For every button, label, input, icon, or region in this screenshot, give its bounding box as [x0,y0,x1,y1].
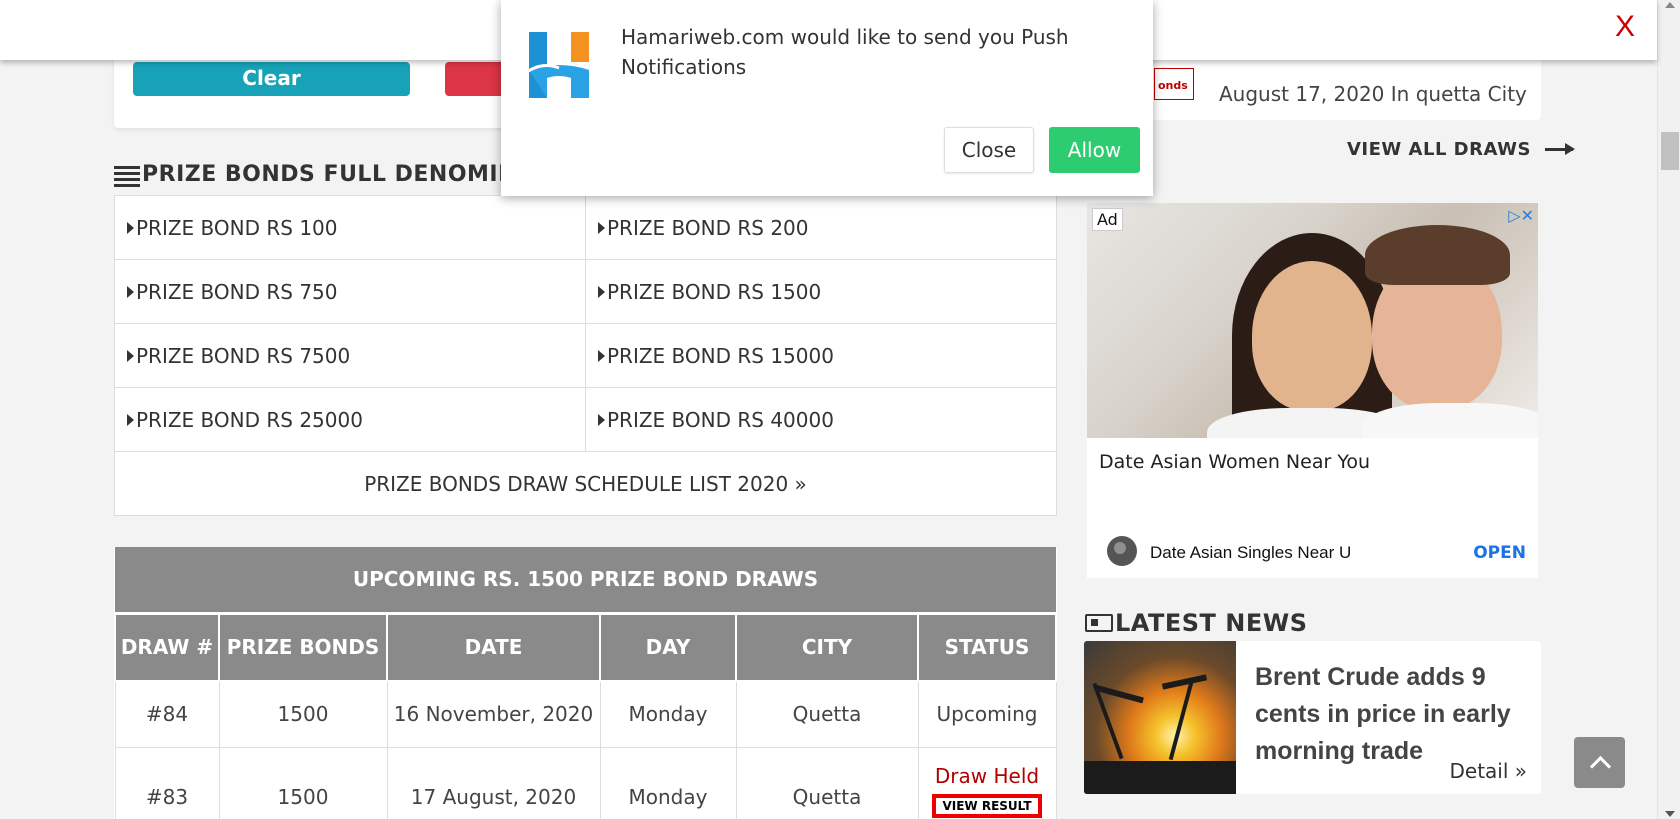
advertisement[interactable]: Ad ▷✕ Date Asian Women Near You Date Asi… [1087,203,1538,578]
banner-close-button[interactable]: X [1615,10,1635,44]
rig-shape [1161,674,1208,690]
denomination-label: PRIZE BOND RS 25000 [136,407,363,432]
recent-draw-text: August 17, 2020 In quetta City [1219,82,1527,106]
caret-right-icon [598,349,605,362]
ad-badge: Ad [1092,208,1123,231]
denominations-heading: PRIZE BONDS FULL DENOMINA [114,162,535,187]
scroll-down-icon[interactable] [1665,811,1675,817]
draw-city: Quetta [735,746,919,819]
ad-image-part [1362,403,1538,438]
caret-right-icon [598,413,605,426]
clear-button-label: Clear [242,66,301,90]
arrow-right-icon [1544,143,1575,155]
draw-day: Monday [599,680,737,748]
draw-number: #84 [114,680,220,748]
news-detail-link[interactable]: Detail » [1449,759,1527,783]
news-card[interactable]: Brent Crude adds 9 cents in price in ear… [1084,641,1541,794]
draws-table-header: DRAW # PRIZE BONDS DATE DAY CITY STATUS [114,611,1057,682]
denomination-label: PRIZE BOND RS 100 [136,215,338,240]
draw-date: 16 November, 2020 [386,680,601,748]
ad-choices-icon[interactable]: ▷✕ [1508,206,1534,225]
status-badge: Draw Held [934,763,1040,788]
denomination-label: PRIZE BOND RS 1500 [607,279,822,304]
rig-shape [1084,761,1236,794]
denomination-label: PRIZE BOND RS 40000 [607,407,834,432]
denominations-heading-text: PRIZE BONDS FULL DENOMINA [142,162,535,187]
denomination-link[interactable]: PRIZE BOND RS 100 [114,195,586,260]
caret-right-icon [127,221,134,234]
caret-right-icon [598,221,605,234]
denomination-link[interactable]: PRIZE BOND RS 750 [114,259,586,324]
upcoming-draws-table: UPCOMING RS. 1500 PRIZE BOND DRAWS DRAW … [114,547,1057,819]
denominations-table: PRIZE BOND RS 100 PRIZE BOND RS 200 PRIZ… [114,195,1057,516]
denomination-link[interactable]: PRIZE BOND RS 1500 [585,259,1057,324]
denomination-label: PRIZE BOND RS 15000 [607,343,834,368]
back-to-top-button[interactable] [1574,737,1625,788]
draw-number: #83 [114,746,220,819]
column-header: DAY [599,611,737,682]
ad-image-part [1365,225,1510,285]
ad-image-part [1252,261,1372,411]
prize-bond-value: 1500 [218,680,388,748]
scroll-thumb[interactable] [1661,132,1679,170]
view-result-button[interactable]: VIEW RESULT [932,793,1042,818]
latest-news-heading-text: LATEST NEWS [1115,609,1308,637]
draw-city: Quetta [735,680,919,748]
column-header: DRAW # [114,611,220,682]
ad-advertiser: Date Asian Singles Near U [1150,543,1352,562]
globe-icon [1107,536,1137,566]
ad-image[interactable]: Ad ▷✕ [1087,203,1538,438]
news-title[interactable]: Brent Crude adds 9 cents in price in ear… [1255,659,1525,770]
notification-allow-button[interactable]: Allow [1049,127,1140,173]
column-header: DATE [386,611,601,682]
status-badge: Upcoming [917,680,1057,748]
ad-title[interactable]: Date Asian Women Near You [1099,451,1370,473]
scrollbar[interactable] [1657,0,1680,819]
caret-right-icon [127,413,134,426]
view-all-draws-link[interactable]: VIEW ALL DRAWS [1347,139,1575,160]
ad-open-button[interactable]: OPEN [1473,543,1526,563]
caret-right-icon [127,349,134,362]
view-all-draws-label: VIEW ALL DRAWS [1347,139,1531,160]
news-thumbnail[interactable] [1084,641,1236,794]
prize-bonds-logo: onds [1154,68,1194,100]
hamariweb-logo-icon [519,32,589,98]
status-cell: Draw Held VIEW RESULT [917,746,1057,819]
newspaper-icon [1085,614,1113,632]
draw-day: Monday [599,746,737,819]
denomination-label: PRIZE BOND RS 750 [136,279,338,304]
draw-date: 17 August, 2020 [386,746,601,819]
denomination-link[interactable]: PRIZE BOND RS 40000 [585,387,1057,452]
denomination-link[interactable]: PRIZE BOND RS 200 [585,195,1057,260]
column-header: CITY [735,611,919,682]
caret-right-icon [127,285,134,298]
schedule-list-link[interactable]: PRIZE BONDS DRAW SCHEDULE LIST 2020 » [114,451,1057,516]
column-header: STATUS [917,611,1057,682]
denomination-link[interactable]: PRIZE BOND RS 7500 [114,323,586,388]
push-notification-dialog: Hamariweb.com would like to send you Pus… [501,0,1153,196]
caret-right-icon [598,285,605,298]
clear-button[interactable]: Clear [133,62,410,96]
notification-message: Hamariweb.com would like to send you Pus… [621,25,1069,79]
table-row: #83 1500 17 August, 2020 Monday Quetta D… [114,746,1057,819]
prize-bond-value: 1500 [218,746,388,819]
latest-news-heading: LATEST NEWS [1085,609,1308,637]
list-icon [114,164,140,187]
denomination-label: PRIZE BOND RS 200 [607,215,809,240]
notification-close-button[interactable]: Close [944,127,1034,173]
column-header: PRIZE BONDS [218,611,388,682]
draws-table-caption: UPCOMING RS. 1500 PRIZE BOND DRAWS [115,547,1056,613]
denomination-link[interactable]: PRIZE BOND RS 25000 [114,387,586,452]
table-row: #84 1500 16 November, 2020 Monday Quetta… [114,680,1057,748]
denomination-label: PRIZE BOND RS 7500 [136,343,351,368]
scroll-up-icon[interactable] [1665,2,1675,8]
denomination-link[interactable]: PRIZE BOND RS 15000 [585,323,1057,388]
rig-shape [1168,681,1194,761]
